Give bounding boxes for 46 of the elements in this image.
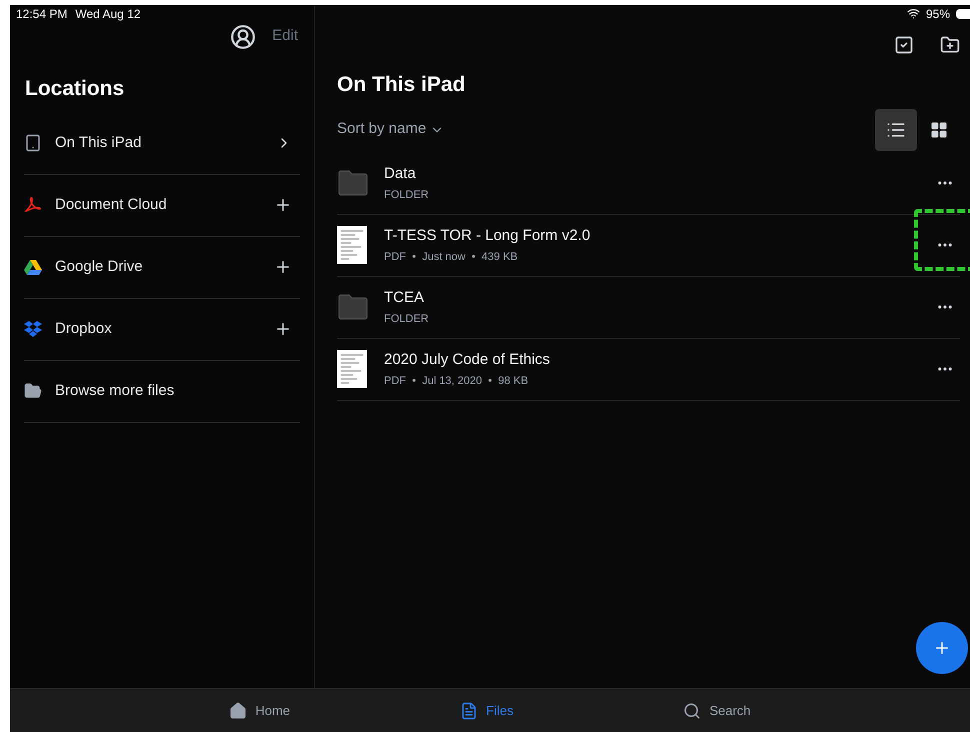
folder-icon — [337, 294, 369, 320]
add-icon[interactable] — [274, 196, 292, 214]
file-row[interactable]: T-TESS TOR - Long Form v2.0 PDF • Just now • 439 KB — [337, 214, 960, 276]
document-thumbnail — [337, 350, 367, 388]
add-icon[interactable] — [274, 258, 292, 276]
tab-bar-item[interactable]: Search — [683, 700, 751, 720]
document-thumbnail — [337, 226, 367, 264]
location-item[interactable]: Dropbox — [24, 298, 300, 360]
folder-icon — [337, 170, 369, 196]
search-icon — [683, 702, 702, 720]
file-row[interactable]: Data FOLDER — [337, 152, 960, 214]
file-row[interactable]: 2020 July Code of Ethics PDF • Jul 13, 2020 • 98 KB — [337, 338, 960, 400]
file-icon — [460, 702, 478, 720]
edit-button[interactable]: Edit — [272, 25, 298, 48]
add-icon[interactable] — [274, 320, 292, 338]
file-row[interactable]: TCEA FOLDER — [337, 276, 960, 338]
grid-icon — [930, 120, 948, 138]
page-title: On This iPad — [337, 72, 466, 98]
location-item[interactable]: Browse more files — [24, 360, 300, 422]
dropbox-logo-icon — [24, 321, 42, 337]
home-icon — [229, 702, 248, 720]
select-checkbox-icon[interactable] — [894, 35, 914, 55]
status-date: Wed Aug 12 — [75, 6, 141, 22]
tab-bar-item[interactable]: Files — [460, 700, 514, 720]
file-meta: PDF • Jul 13, 2020 • 98 KB — [384, 374, 530, 389]
location-item[interactable]: Google Drive — [24, 236, 300, 298]
status-time: 12:54 PM — [16, 6, 68, 22]
location-item[interactable]: On This iPad — [24, 112, 300, 174]
file-meta: PDF • Just now • 439 KB — [384, 250, 519, 265]
file-meta: FOLDER — [384, 312, 430, 327]
tab-bar-item[interactable]: Home — [229, 700, 290, 720]
list-view-button[interactable] — [875, 108, 917, 150]
sort-dropdown[interactable]: Sort by name — [337, 118, 444, 141]
file-meta: FOLDER — [384, 188, 430, 203]
acrobat-logo-icon — [24, 196, 42, 214]
drive-logo-icon — [24, 259, 42, 275]
sidebar-title: Locations — [24, 76, 126, 102]
tablet-icon — [24, 134, 42, 152]
new-folder-icon[interactable] — [940, 35, 960, 55]
battery-icon — [956, 8, 970, 18]
profile-icon[interactable] — [230, 24, 256, 50]
location-item[interactable]: Document Cloud — [24, 174, 300, 236]
add-fab[interactable] — [916, 622, 968, 674]
battery-percent: 95% — [926, 6, 950, 22]
folder-icon — [24, 382, 42, 400]
add-icon — [933, 639, 951, 657]
